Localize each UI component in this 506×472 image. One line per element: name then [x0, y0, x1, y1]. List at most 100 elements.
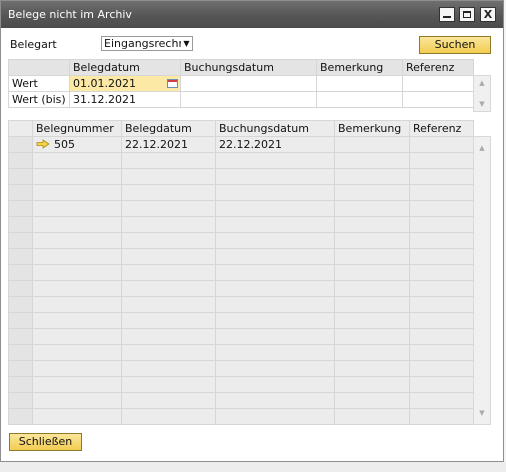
- scroll-down-icon[interactable]: ▼: [474, 97, 490, 111]
- empty-cell: [121, 312, 216, 329]
- criteria-header-bemerkung: Bemerkung: [316, 59, 403, 76]
- empty-row: [8, 216, 474, 233]
- criteria-row-label: Wert: [8, 75, 70, 92]
- calendar-icon[interactable]: [167, 79, 178, 88]
- table-row[interactable]: 505 22.12.2021 22.12.2021: [8, 136, 474, 153]
- scroll-up-icon[interactable]: ▲: [474, 141, 490, 155]
- referenz-to-field[interactable]: [402, 91, 474, 108]
- empty-cell: [334, 312, 410, 329]
- empty-cell: [32, 392, 122, 409]
- referenz-from-field[interactable]: [402, 75, 474, 92]
- empty-cell: [32, 184, 122, 201]
- empty-cell: [32, 264, 122, 281]
- empty-cell: [409, 312, 474, 329]
- row-header: [8, 264, 33, 281]
- title-bar[interactable]: Belege nicht im Archiv X: [1, 1, 503, 28]
- empty-cell: [409, 168, 474, 185]
- belegnummer-value: 505: [54, 138, 75, 151]
- belegdatum-from-value: 01.01.2021: [73, 77, 136, 90]
- minimize-button[interactable]: [439, 7, 455, 22]
- empty-cell: [121, 216, 216, 233]
- criteria-scrollbar[interactable]: ▲ ▼: [473, 75, 491, 112]
- empty-cell: [32, 312, 122, 329]
- results-table: Belegnummer Belegdatum Buchungsdatum Bem…: [8, 120, 474, 425]
- chevron-down-icon[interactable]: ▼: [181, 37, 192, 50]
- results-header: Belegnummer Belegdatum Buchungsdatum Bem…: [8, 120, 474, 137]
- scroll-down-icon[interactable]: ▼: [474, 406, 490, 420]
- empty-cell: [215, 376, 335, 393]
- belegdatum-cell: 22.12.2021: [121, 136, 216, 153]
- close-button[interactable]: X: [480, 7, 496, 22]
- empty-cell: [409, 200, 474, 217]
- empty-cell: [121, 392, 216, 409]
- buchungsdatum-to-field[interactable]: [180, 91, 317, 108]
- empty-cell: [409, 344, 474, 361]
- row-header[interactable]: [8, 136, 33, 153]
- search-button[interactable]: Suchen: [419, 36, 491, 54]
- empty-cell: [334, 344, 410, 361]
- status-bar: [0, 462, 506, 472]
- empty-cell: [121, 408, 216, 425]
- empty-row: [8, 232, 474, 249]
- results-header-bemerkung[interactable]: Bemerkung: [334, 120, 410, 137]
- belegnummer-cell[interactable]: 505: [32, 136, 122, 153]
- empty-cell: [32, 200, 122, 217]
- criteria-row-label: Wert (bis): [8, 91, 70, 108]
- belegart-select[interactable]: Eingangsrechnu ▼: [101, 36, 193, 51]
- yellow-arrow-icon[interactable]: [36, 139, 50, 149]
- empty-cell: [32, 216, 122, 233]
- close-icon: X: [483, 8, 493, 21]
- belegart-label: Belegart: [10, 38, 57, 51]
- empty-row: [8, 312, 474, 329]
- empty-cell: [32, 328, 122, 345]
- empty-cell: [32, 296, 122, 313]
- empty-cell: [32, 360, 122, 377]
- scroll-up-icon[interactable]: ▲: [474, 76, 490, 90]
- row-header: [8, 184, 33, 201]
- empty-cell: [215, 200, 335, 217]
- empty-cell: [32, 376, 122, 393]
- belegdatum-to-field[interactable]: 31.12.2021: [69, 91, 181, 108]
- maximize-button[interactable]: [459, 7, 475, 22]
- empty-row: [8, 200, 474, 217]
- empty-cell: [215, 296, 335, 313]
- empty-cell: [121, 360, 216, 377]
- empty-cell: [334, 376, 410, 393]
- empty-cell: [215, 264, 335, 281]
- close-dialog-button[interactable]: Schließen: [9, 433, 82, 451]
- empty-cell: [215, 280, 335, 297]
- empty-cell: [121, 200, 216, 217]
- belegdatum-from-field[interactable]: 01.01.2021: [69, 75, 181, 92]
- results-header-belegdatum[interactable]: Belegdatum: [121, 120, 216, 137]
- results-header-referenz[interactable]: Referenz: [409, 120, 474, 137]
- row-header: [8, 376, 33, 393]
- empty-cell: [121, 328, 216, 345]
- results-scrollbar[interactable]: ▲ ▼: [473, 136, 491, 425]
- referenz-cell: [409, 136, 474, 153]
- empty-cell: [334, 328, 410, 345]
- empty-row: [8, 296, 474, 313]
- empty-cell: [215, 184, 335, 201]
- buchungsdatum-from-field[interactable]: [180, 75, 317, 92]
- empty-cell: [215, 168, 335, 185]
- criteria-table: Belegdatum Buchungsdatum Bemerkung Refer…: [8, 59, 474, 108]
- empty-row: [8, 184, 474, 201]
- row-header: [8, 296, 33, 313]
- criteria-row-wert: Wert 01.01.2021: [8, 75, 474, 92]
- row-header: [8, 152, 33, 169]
- row-header: [8, 360, 33, 377]
- empty-cell: [409, 216, 474, 233]
- results-header-buchungsdatum[interactable]: Buchungsdatum: [215, 120, 335, 137]
- row-header: [8, 232, 33, 249]
- bemerkung-to-field[interactable]: [316, 91, 403, 108]
- empty-cell: [334, 168, 410, 185]
- empty-cell: [215, 392, 335, 409]
- row-header: [8, 248, 33, 265]
- buchungsdatum-cell: 22.12.2021: [215, 136, 335, 153]
- bemerkung-from-field[interactable]: [316, 75, 403, 92]
- empty-cell: [215, 216, 335, 233]
- results-header-belegnummer[interactable]: Belegnummer: [32, 120, 122, 137]
- empty-cell: [334, 296, 410, 313]
- empty-cell: [215, 248, 335, 265]
- empty-cell: [409, 232, 474, 249]
